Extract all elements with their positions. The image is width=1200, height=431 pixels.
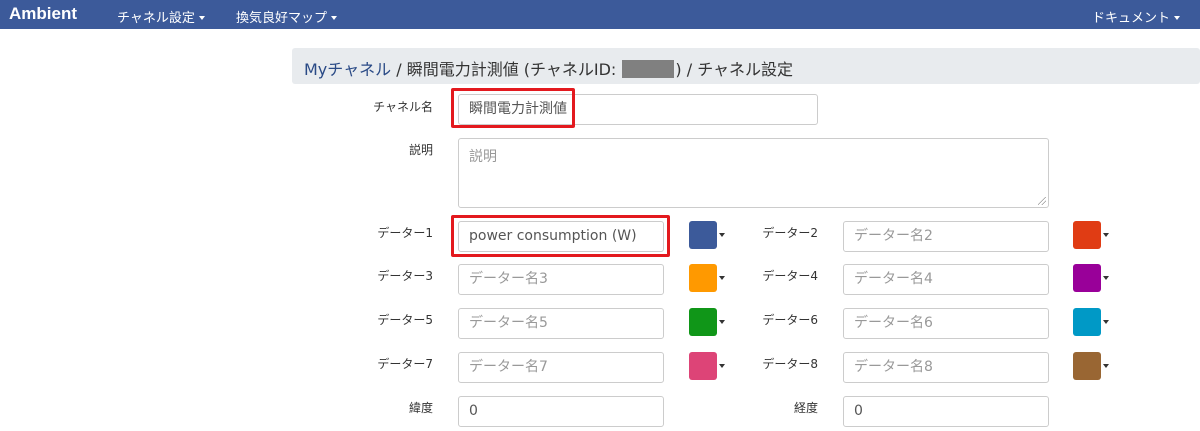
resize-grip-icon[interactable]: [1038, 197, 1046, 205]
description-textarea[interactable]: 説明: [458, 138, 1049, 208]
caret-down-icon: [1174, 15, 1181, 20]
data8-label: データー8: [762, 357, 818, 371]
breadcrumb-separator: /: [681, 60, 698, 79]
data4-color-picker[interactable]: [1073, 264, 1101, 292]
data5-color-picker[interactable]: [689, 308, 717, 336]
channel-name-label: チャネル名: [373, 100, 433, 114]
breadcrumb: Myチャネル / 瞬間電力計測値 (チャネルID: ) / チャネル設定: [292, 48, 1200, 84]
highlight-box-channel-name: [451, 88, 575, 128]
data2-color-picker[interactable]: [1073, 221, 1101, 249]
data4-label: データー4: [762, 269, 818, 283]
description-placeholder: 説明: [469, 149, 497, 165]
data4-input[interactable]: データー名4: [843, 264, 1049, 295]
brand-logo[interactable]: Ambient: [9, 4, 77, 24]
data2-input[interactable]: データー名2: [843, 221, 1049, 252]
redacted-channel-id: [622, 60, 675, 78]
menu-ventilation-map[interactable]: 換気良好マップ: [236, 7, 338, 26]
menu-label: チャネル設定: [117, 11, 195, 26]
data7-input[interactable]: データー名7: [458, 352, 664, 383]
top-navbar: Ambient チャネル設定 換気良好マップ ドキュメント: [0, 0, 1200, 29]
longitude-label: 経度: [793, 401, 818, 415]
longitude-input[interactable]: 0: [843, 396, 1049, 427]
latitude-label: 緯度: [408, 401, 433, 415]
description-label: 説明: [408, 143, 433, 157]
data3-color-picker[interactable]: [689, 264, 717, 292]
data5-label: データー5: [377, 313, 433, 327]
data5-input[interactable]: データー名5: [458, 308, 664, 339]
color-caret-icon[interactable]: [1103, 276, 1109, 280]
data8-input[interactable]: データー名8: [843, 352, 1049, 383]
latitude-input[interactable]: 0: [458, 396, 664, 427]
menu-documents[interactable]: ドキュメント: [1092, 7, 1181, 26]
highlight-box-data1: [451, 215, 670, 257]
data3-input[interactable]: データー名3: [458, 264, 664, 295]
data8-color-picker[interactable]: [1073, 352, 1101, 380]
color-caret-icon[interactable]: [1103, 320, 1109, 324]
breadcrumb-my-channels-link[interactable]: Myチャネル: [304, 60, 391, 79]
data1-label: データー1: [377, 226, 433, 240]
data6-label: データー6: [762, 313, 818, 327]
color-caret-icon[interactable]: [719, 233, 725, 237]
menu-label: 換気良好マップ: [236, 11, 328, 26]
caret-down-icon: [331, 15, 338, 20]
data1-color-picker[interactable]: [689, 221, 717, 249]
menu-channel-settings[interactable]: チャネル設定: [117, 7, 205, 26]
data6-input[interactable]: データー名6: [843, 308, 1049, 339]
data3-label: データー3: [377, 269, 433, 283]
breadcrumb-separator: /: [391, 60, 407, 79]
color-caret-icon[interactable]: [719, 320, 725, 324]
color-caret-icon[interactable]: [719, 276, 725, 280]
data7-label: データー7: [377, 357, 433, 371]
color-caret-icon[interactable]: [1103, 364, 1109, 368]
data7-color-picker[interactable]: [689, 352, 717, 380]
breadcrumb-channel-label: 瞬間電力計測値 (チャネルID:: [406, 60, 622, 79]
breadcrumb-current: チャネル設定: [697, 60, 794, 79]
color-caret-icon[interactable]: [1103, 233, 1109, 237]
color-caret-icon[interactable]: [719, 364, 725, 368]
data2-label: データー2: [762, 226, 818, 240]
menu-label: ドキュメント: [1092, 11, 1171, 26]
caret-down-icon: [198, 15, 205, 20]
data6-color-picker[interactable]: [1073, 308, 1101, 336]
